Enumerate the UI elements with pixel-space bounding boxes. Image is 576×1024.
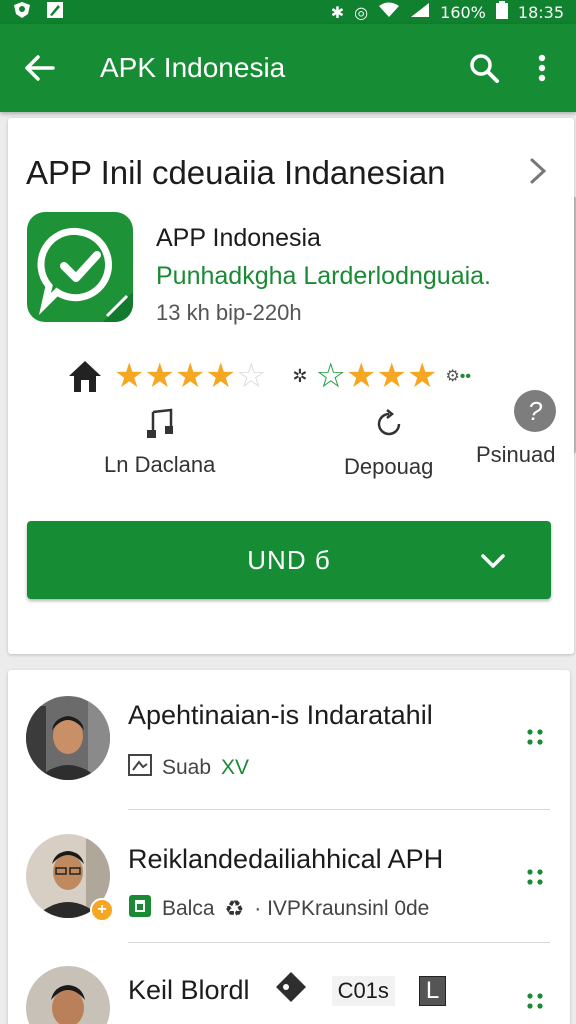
app-bar: APK Indonesia	[0, 24, 576, 112]
info-row: Ln Daclana Depouag Psinuad	[8, 400, 574, 480]
chevron-right-icon[interactable]	[526, 156, 550, 186]
info-item-similar[interactable]: Psinuad	[476, 442, 556, 468]
status-bar: ✱ ◎ 160% 18:35	[0, 0, 576, 24]
info-label: Psinuad	[476, 442, 556, 467]
star-filled-icon: ★	[144, 357, 175, 395]
drag-handle-icon[interactable]	[526, 868, 544, 886]
list-item-title: Keil Blordl	[128, 975, 250, 1005]
sparkle-icon: ✲	[292, 365, 308, 386]
app-bar-title: APK Indonesia	[100, 52, 286, 83]
signal-icon	[410, 2, 430, 22]
list-item-subtitle: Balca ♻ · IVPKraunsinl 0de	[128, 894, 429, 924]
edit-note-icon	[46, 1, 64, 24]
recycle-icon: ♻	[224, 896, 245, 921]
related-list-card: Apehtinaian-is Indaratahil Suab XV + Rei…	[8, 670, 570, 1024]
avatar	[26, 966, 110, 1024]
star-filled-icon: ★	[376, 357, 407, 395]
battery-percent: 160%	[440, 2, 486, 22]
info-label: Ln Daclana	[104, 452, 216, 477]
info-item-rating[interactable]: Depouag	[344, 408, 433, 480]
info-item-downloads[interactable]: Ln Daclana	[104, 408, 215, 478]
clock: 18:35	[517, 2, 564, 22]
list-item-title: Apehtinaian-is Indaratahil	[128, 700, 433, 730]
sync-icon	[374, 408, 404, 446]
app-detail-card: APP Inil cdeuaiia Indanesian APP Indones…	[8, 118, 574, 654]
chat-check-icon	[37, 227, 133, 322]
app-badge-icon	[128, 894, 152, 924]
install-button-label: UND б	[247, 544, 331, 575]
list-item-subtitle: Suab XV	[128, 754, 249, 782]
chevron-down-icon[interactable]	[479, 547, 507, 575]
home-icon	[66, 358, 104, 394]
list-item-title-row: Keil Blordl C01s L	[128, 970, 447, 1011]
list-item-badge-box: L	[418, 975, 447, 1006]
vibrate-icon: ◎	[354, 2, 369, 22]
app-meta: 13 kh bip-220h	[156, 300, 302, 325]
battery-icon	[495, 1, 508, 23]
image-frame-icon	[128, 754, 152, 782]
settings-small-icon: ⚙••	[445, 368, 471, 385]
avatar	[26, 696, 110, 780]
star-filled-icon: ★	[205, 357, 236, 395]
section-title: APP Inil cdeuaiia Indanesian	[26, 154, 446, 191]
info-label: Depouag	[344, 454, 434, 479]
drag-handle-icon[interactable]	[526, 992, 544, 1010]
drag-handle-icon[interactable]	[526, 728, 544, 746]
back-arrow-icon[interactable]	[20, 48, 60, 88]
star-filled-icon: ★	[114, 357, 145, 395]
star-filled-icon: ★	[406, 357, 438, 395]
plus-badge-icon: +	[90, 898, 114, 922]
music-note-icon	[145, 408, 175, 446]
list-item[interactable]: Keil Blordl C01s L	[8, 944, 570, 1024]
star-empty-icon: ☆	[235, 357, 267, 395]
notification-shield-icon	[12, 1, 32, 24]
wifi-icon	[378, 2, 400, 22]
list-item-badge: C01s	[331, 975, 395, 1006]
tag-icon	[274, 970, 308, 1011]
app-icon[interactable]	[27, 212, 133, 322]
install-button[interactable]: UND б	[27, 521, 551, 599]
list-item-title: Reiklandedailiahhical APH	[128, 844, 444, 874]
app-name: APP Indonesia	[156, 224, 321, 252]
more-vert-icon[interactable]	[522, 48, 562, 88]
star-outline-icon: ☆	[315, 357, 346, 395]
list-item[interactable]: Apehtinaian-is Indaratahil Suab XV	[8, 670, 570, 800]
star-filled-icon: ★	[346, 357, 377, 395]
divider	[128, 942, 550, 943]
app-developer[interactable]: Punhadkgha Larderlodnguaia.	[156, 262, 491, 291]
star-filled-icon: ★	[174, 357, 206, 395]
list-item[interactable]: + Reiklandedailiahhical APH Balca ♻ · IV…	[8, 810, 570, 940]
search-icon[interactable]	[464, 48, 504, 88]
bluetooth-icon: ✱	[330, 2, 345, 22]
rating-row: ★ ★ ★ ★ ☆ ✲ ☆ ★ ★ ★ ⚙••	[66, 356, 546, 396]
